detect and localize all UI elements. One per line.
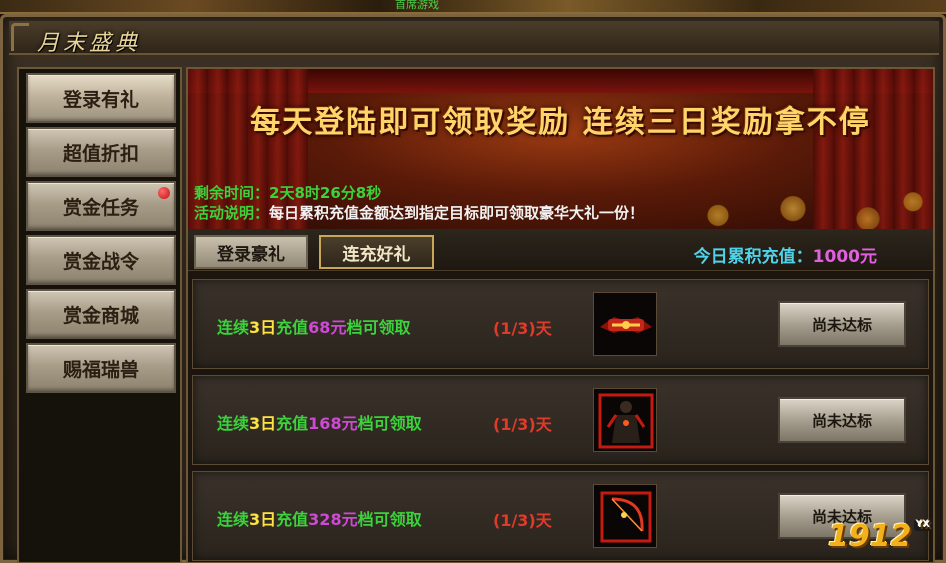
titlebar-corner-ornament (11, 23, 29, 51)
watermark-sub: YX (913, 519, 933, 531)
condition-suffix: 档可领取 (346, 318, 411, 337)
top-strip: 首席游戏 (0, 0, 946, 14)
remaining-time-line: 剩余时间：2天8时26分8秒 (194, 183, 929, 203)
today-recharge-amount: 1000元 (812, 247, 877, 267)
sidebar-item-discount[interactable]: 超值折扣 (26, 127, 176, 177)
sidebar-item-label: 超值折扣 (62, 142, 139, 165)
event-desc-value: 每日累积充值金额达到指定目标即可领取豪华大礼一份！ (269, 204, 645, 222)
sidebar-item-label: 赏金任务 (62, 196, 139, 219)
reward-progress: (1/3)天 (493, 415, 552, 434)
remaining-time-value: 2天8时26分8秒 (269, 184, 382, 202)
condition-prefix: 连续 (217, 414, 250, 433)
sidebar-item-bounty-shop[interactable]: 赏金商城 (26, 289, 176, 339)
reward-row: 连续3日充值328元档可领取 (1/3)天 尚未达标 (192, 471, 929, 561)
remaining-time-label: 剩余时间： (194, 184, 270, 202)
site-watermark-logo: 1912 YX (828, 519, 933, 554)
sidebar-item-label: 赏金战令 (62, 250, 139, 273)
reward-progress: (1/3)天 (493, 319, 552, 338)
armor-figure-icon[interactable] (593, 388, 657, 452)
condition-mid: 充值 (276, 414, 309, 433)
today-recharge-label: 今日累积充值： (693, 247, 813, 267)
tab-consecutive-recharge[interactable]: 连充好礼 (319, 235, 434, 269)
sidebar-item-label: 赏金商城 (62, 304, 139, 327)
condition-days: 3日 (249, 414, 277, 433)
tab-bar: 登录豪礼 连充好礼 今日累积充值：1000元 (188, 229, 933, 271)
tab-login-gift[interactable]: 登录豪礼 (194, 235, 308, 269)
condition-prefix: 连续 (217, 318, 250, 337)
event-desc-label: 活动说明： (194, 204, 270, 222)
condition-suffix: 档可领取 (357, 414, 422, 433)
condition-mid: 充值 (276, 318, 309, 337)
main-panel: 每天登陆即可领取奖励 连续三日奖励拿不停 剩余时间：2天8时26分8秒 活动说明… (186, 67, 935, 563)
reward-condition: 连续3日充值68元档可领取 (217, 314, 410, 338)
top-strip-tag: 首席游戏 (395, 0, 439, 11)
reward-progress: (1/3)天 (493, 511, 552, 530)
condition-days: 3日 (249, 510, 277, 529)
banner-headline: 每天登陆即可领取奖励 连续三日奖励拿不停 (250, 105, 871, 140)
reward-condition: 连续3日充值168元档可领取 (217, 410, 422, 434)
window-titlebar: 月末盛典 (9, 21, 939, 56)
sidebar-item-bounty-pass[interactable]: 赏金战令 (26, 235, 176, 285)
bow-weapon-icon[interactable] (593, 484, 657, 548)
watermark-brand: 1912 (828, 519, 912, 554)
reward-row: 连续3日充值68元档可领取 (1/3)天 尚未达标 (192, 279, 929, 369)
event-banner: 每天登陆即可领取奖励 连续三日奖励拿不停 剩余时间：2天8时26分8秒 活动说明… (188, 69, 933, 229)
claim-button[interactable]: 尚未达标 (778, 397, 906, 443)
sidebar-item-bounty-quest[interactable]: 赏金任务 (26, 181, 176, 231)
condition-days: 3日 (249, 318, 277, 337)
notification-dot-icon (158, 187, 170, 199)
condition-amount: 328元 (308, 510, 358, 529)
sidebar-item-label: 登录有礼 (62, 88, 139, 111)
reward-condition: 连续3日充值328元档可领取 (217, 506, 422, 530)
sidebar: 登录有礼 超值折扣 赏金任务 赏金战令 赏金商城 赐福瑞兽 (17, 67, 182, 563)
condition-mid: 充值 (276, 510, 309, 529)
sidebar-item-label: 赐福瑞兽 (62, 358, 139, 381)
event-info: 剩余时间：2天8时26分8秒 活动说明：每日累积充值金额达到指定目标即可领取豪华… (194, 183, 929, 223)
condition-suffix: 档可领取 (357, 510, 422, 529)
event-window: 月末盛典 登录有礼 超值折扣 赏金任务 赏金战令 赏金商城 赐福瑞兽 每天登陆即… (0, 14, 946, 563)
claim-button[interactable]: 尚未达标 (778, 301, 906, 347)
condition-amount: 68元 (308, 318, 347, 337)
window-title: 月末盛典 (37, 31, 142, 56)
event-desc-line: 活动说明：每日累积充值金额达到指定目标即可领取豪华大礼一份！ (194, 203, 929, 223)
title-badge-icon[interactable] (593, 292, 657, 356)
sidebar-item-blessed-beast[interactable]: 赐福瑞兽 (26, 343, 176, 393)
condition-amount: 168元 (308, 414, 358, 433)
condition-prefix: 连续 (217, 510, 250, 529)
today-recharge: 今日累积充值：1000元 (694, 242, 877, 267)
reward-row: 连续3日充值168元档可领取 (1/3)天 尚未达标 (192, 375, 929, 465)
sidebar-item-login-gift[interactable]: 登录有礼 (26, 73, 176, 123)
